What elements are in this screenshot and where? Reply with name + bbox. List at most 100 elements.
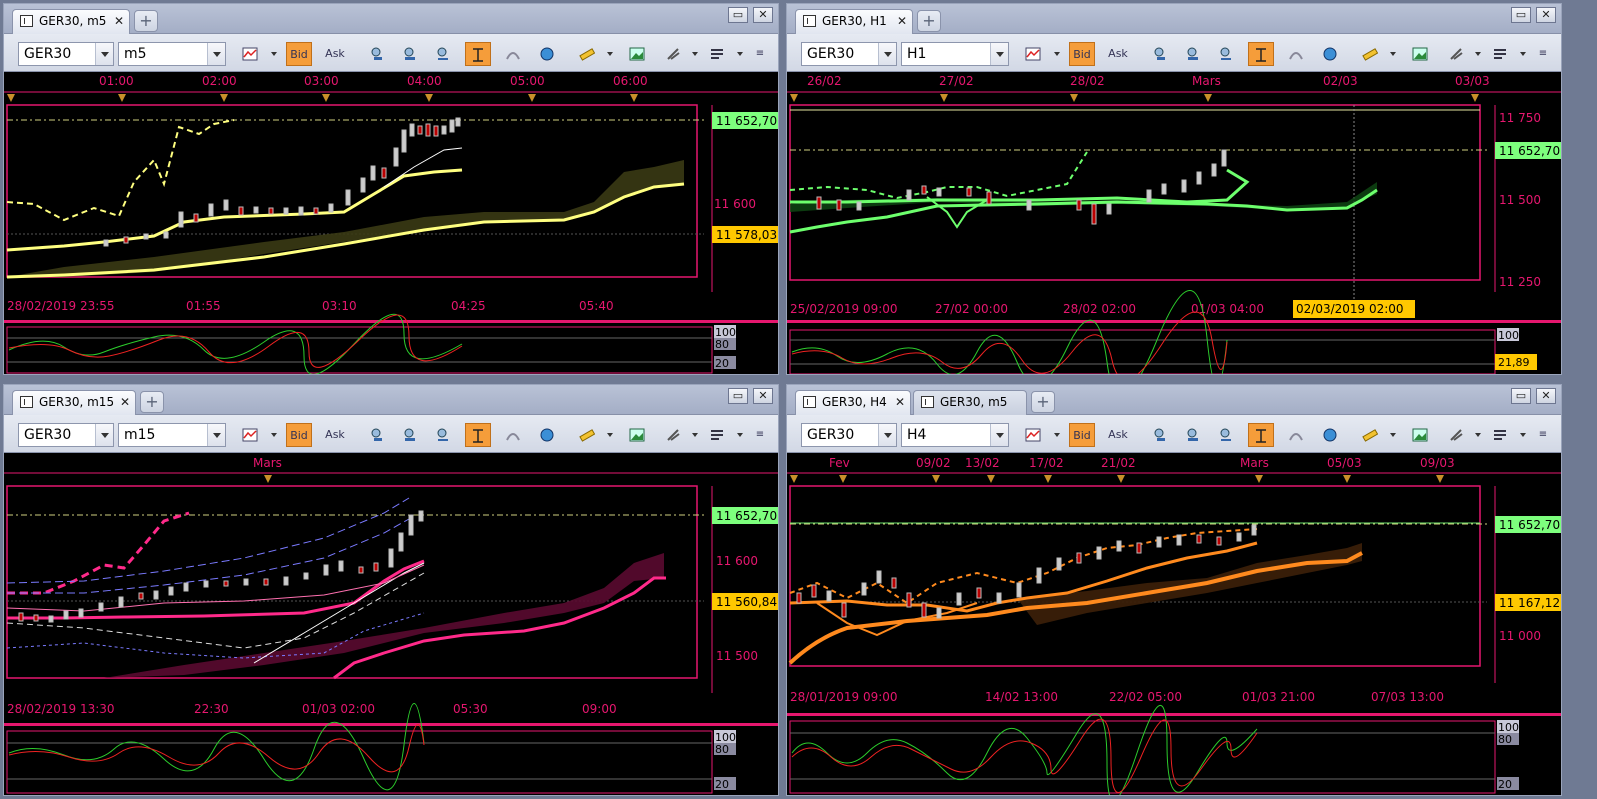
screenshot-button[interactable] [624,42,650,66]
close-tab-icon[interactable]: ✕ [120,391,130,414]
indicator-button[interactable] [500,42,526,66]
maximize-button[interactable]: ▭ [1511,388,1531,404]
chevron-down-icon[interactable] [990,424,1008,446]
indicator-button[interactable] [1283,423,1309,447]
chevron-down-icon[interactable] [878,43,896,65]
autoscroll-button[interactable] [430,42,456,66]
close-tab-icon[interactable]: ✕ [114,10,124,33]
ruler-button[interactable] [1357,423,1383,447]
autoscroll-button[interactable] [430,423,456,447]
chevron-down-icon[interactable] [737,52,743,56]
ruler-button[interactable] [574,42,600,66]
ask-button[interactable]: Ask [1105,423,1131,447]
maximize-button[interactable]: ▭ [1511,7,1531,23]
tab-ger30-h4[interactable]: GER30, H4 ✕ [795,390,911,415]
timeframe-select[interactable]: H1 [901,42,1009,66]
chevron-down-icon[interactable] [692,433,698,437]
chevron-down-icon[interactable] [878,424,896,446]
zoom-out-button[interactable] [1180,423,1206,447]
screenshot-button[interactable] [1407,42,1433,66]
symbol-select[interactable]: GER30 [801,42,897,66]
crosshair-button[interactable] [465,42,491,66]
chevron-down-icon[interactable] [271,52,277,56]
zoom-in-button[interactable] [1147,423,1173,447]
tools-button[interactable] [660,42,686,66]
maximize-button[interactable]: ▭ [728,7,748,23]
menu-button[interactable]: ≡ [752,423,768,447]
screenshot-button[interactable] [1407,423,1433,447]
menu-button[interactable]: ≡ [1535,42,1551,66]
bid-button[interactable]: Bid [286,423,312,447]
add-tab-button[interactable]: + [917,10,941,32]
chevron-down-icon[interactable] [95,424,113,446]
tools-button[interactable] [1443,42,1469,66]
ask-button[interactable]: Ask [322,42,348,66]
tab-ger30-h1[interactable]: GER30, H1 ✕ [795,9,913,34]
chart-area[interactable]: Fev 09/02 13/02 17/02 21/02 Mars 05/03 0… [787,453,1561,795]
ruler-button[interactable] [574,423,600,447]
bid-button[interactable]: Bid [1069,423,1095,447]
zoom-in-button[interactable] [1147,42,1173,66]
zoom-out-button[interactable] [1180,42,1206,66]
crosshair-button[interactable] [1248,423,1274,447]
globe-button[interactable] [534,42,560,66]
chevron-down-icon[interactable] [1520,52,1526,56]
indicator-button[interactable] [1283,42,1309,66]
chevron-down-icon[interactable] [207,424,225,446]
timeframe-select[interactable]: H4 [901,423,1009,447]
close-tab-icon[interactable]: ✕ [895,391,905,414]
menu-button[interactable]: ≡ [1535,423,1551,447]
symbol-select[interactable]: GER30 [18,423,114,447]
close-window-button[interactable]: ✕ [753,388,773,404]
add-tab-button[interactable]: + [134,10,158,32]
chevron-down-icon[interactable] [1475,52,1481,56]
tab-ger30-m15[interactable]: GER30, m15 ✕ [12,390,136,415]
chevron-down-icon[interactable] [607,433,613,437]
chevron-down-icon[interactable] [271,433,277,437]
chevron-down-icon[interactable] [95,43,113,65]
chevron-down-icon[interactable] [990,43,1008,65]
chevron-down-icon[interactable] [207,43,225,65]
zoom-in-button[interactable] [364,423,390,447]
crosshair-button[interactable] [465,423,491,447]
close-window-button[interactable]: ✕ [1536,7,1556,23]
templates-button[interactable] [704,42,730,66]
maximize-button[interactable]: ▭ [728,388,748,404]
add-tab-button[interactable]: + [1031,391,1055,413]
screenshot-button[interactable] [624,423,650,447]
globe-button[interactable] [1317,42,1343,66]
chevron-down-icon[interactable] [1054,433,1060,437]
templates-button[interactable] [1487,42,1513,66]
ruler-button[interactable] [1357,42,1383,66]
chevron-down-icon[interactable] [1390,433,1396,437]
zoom-out-button[interactable] [397,423,423,447]
globe-button[interactable] [1317,423,1343,447]
chart-type-button[interactable] [1020,42,1046,66]
tools-button[interactable] [660,423,686,447]
chart-type-button[interactable] [237,42,263,66]
tools-button[interactable] [1443,423,1469,447]
zoom-out-button[interactable] [397,42,423,66]
autoscroll-button[interactable] [1213,423,1239,447]
chart-area[interactable]: 01:00 02:00 03:00 04:00 05:00 06:00 11 6… [4,72,778,374]
chevron-down-icon[interactable] [1390,52,1396,56]
bid-button[interactable]: Bid [1069,42,1095,66]
close-tab-icon[interactable]: ✕ [897,10,907,33]
menu-button[interactable]: ≡ [752,42,768,66]
symbol-select[interactable]: GER30 [18,42,114,66]
templates-button[interactable] [1487,423,1513,447]
autoscroll-button[interactable] [1213,42,1239,66]
chart-area[interactable]: 26/02 27/02 28/02 Mars 02/03 03/03 11 75… [787,72,1561,374]
chart-type-button[interactable] [1020,423,1046,447]
close-window-button[interactable]: ✕ [753,7,773,23]
chevron-down-icon[interactable] [737,433,743,437]
timeframe-select[interactable]: m5 [118,42,226,66]
templates-button[interactable] [704,423,730,447]
zoom-in-button[interactable] [364,42,390,66]
chevron-down-icon[interactable] [1520,433,1526,437]
bid-button[interactable]: Bid [286,42,312,66]
crosshair-button[interactable] [1248,42,1274,66]
globe-button[interactable] [534,423,560,447]
close-window-button[interactable]: ✕ [1536,388,1556,404]
chevron-down-icon[interactable] [607,52,613,56]
